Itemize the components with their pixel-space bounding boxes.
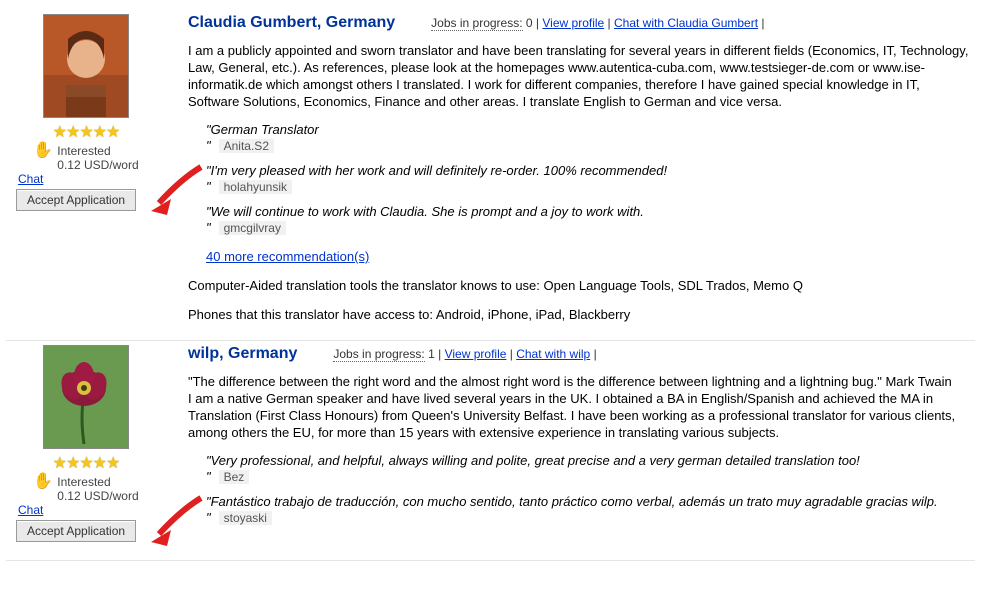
testimonial-author: Anita.S2 [219,139,274,153]
avatar [43,14,129,118]
rate-label: 0.12 USD/word [57,158,138,172]
applicant-card: ★★★★★ ✋ Interested 0.12 USD/word Chat Ac… [6,10,975,341]
chat-link[interactable]: Chat [18,503,43,517]
translator-name: Claudia Gumbert, Germany [188,14,395,32]
applicant-card: ★★★★★ ✋ Interested 0.12 USD/word Chat Ac… [6,341,975,561]
testimonial: "We will continue to work with Claudia. … [206,204,971,235]
phones: Phones that this translator have access … [188,307,971,322]
testimonials: "German Translator "Anita.S2 "I'm very p… [188,122,971,235]
accept-button[interactable]: Accept Application [16,189,136,211]
view-profile-link[interactable]: View profile [542,16,604,30]
status-row: ✋ Interested 0.12 USD/word [33,144,138,172]
star-rating: ★★★★★ [53,122,120,142]
hand-icon: ✋ [33,144,53,158]
interested-label: Interested [57,475,138,489]
hand-icon: ✋ [33,475,53,489]
bio-text: I am a publicly appointed and sworn tran… [188,42,971,110]
testimonial: "Fantástico trabajo de traducción, con m… [206,494,971,525]
applicant-details: wilp, Germany Jobs in progress: 1 | View… [166,345,975,535]
testimonial: "German Translator "Anita.S2 [206,122,971,153]
interested-label: Interested [57,144,138,158]
bio-text: "The difference between the right word a… [188,373,971,441]
testimonial-author: gmcgilvray [219,221,286,235]
rate-label: 0.12 USD/word [57,489,138,503]
avatar [43,345,129,449]
translator-name: wilp, Germany [188,345,297,363]
testimonial-author: holahyunsik [219,180,292,194]
chat-link[interactable]: Chat [18,172,43,186]
chat-with-link[interactable]: Chat with wilp [516,347,590,361]
chat-with-link[interactable]: Chat with Claudia Gumbert [614,16,758,30]
testimonial-author: stoyaski [219,511,272,525]
meta-row: Jobs in progress: 1 | View profile | Cha… [333,347,596,361]
cat-tools: Computer-Aided translation tools the tra… [188,278,971,293]
applicant-sidebar: ★★★★★ ✋ Interested 0.12 USD/word Chat Ac… [6,345,166,542]
star-rating: ★★★★★ [53,453,120,473]
testimonial-author: Bez [219,470,250,484]
testimonials: "Very professional, and helpful, always … [188,453,971,525]
accept-button[interactable]: Accept Application [16,520,136,542]
status-row: ✋ Interested 0.12 USD/word [33,475,138,503]
view-profile-link[interactable]: View profile [445,347,507,361]
meta-row: Jobs in progress: 0 | View profile | Cha… [431,16,764,30]
testimonial: "I'm very pleased with her work and will… [206,163,971,194]
applicant-sidebar: ★★★★★ ✋ Interested 0.12 USD/word Chat Ac… [6,14,166,211]
testimonial: "Very professional, and helpful, always … [206,453,971,484]
more-recommendations-link[interactable]: 40 more recommendation(s) [206,249,369,264]
applicant-details: Claudia Gumbert, Germany Jobs in progres… [166,14,975,322]
